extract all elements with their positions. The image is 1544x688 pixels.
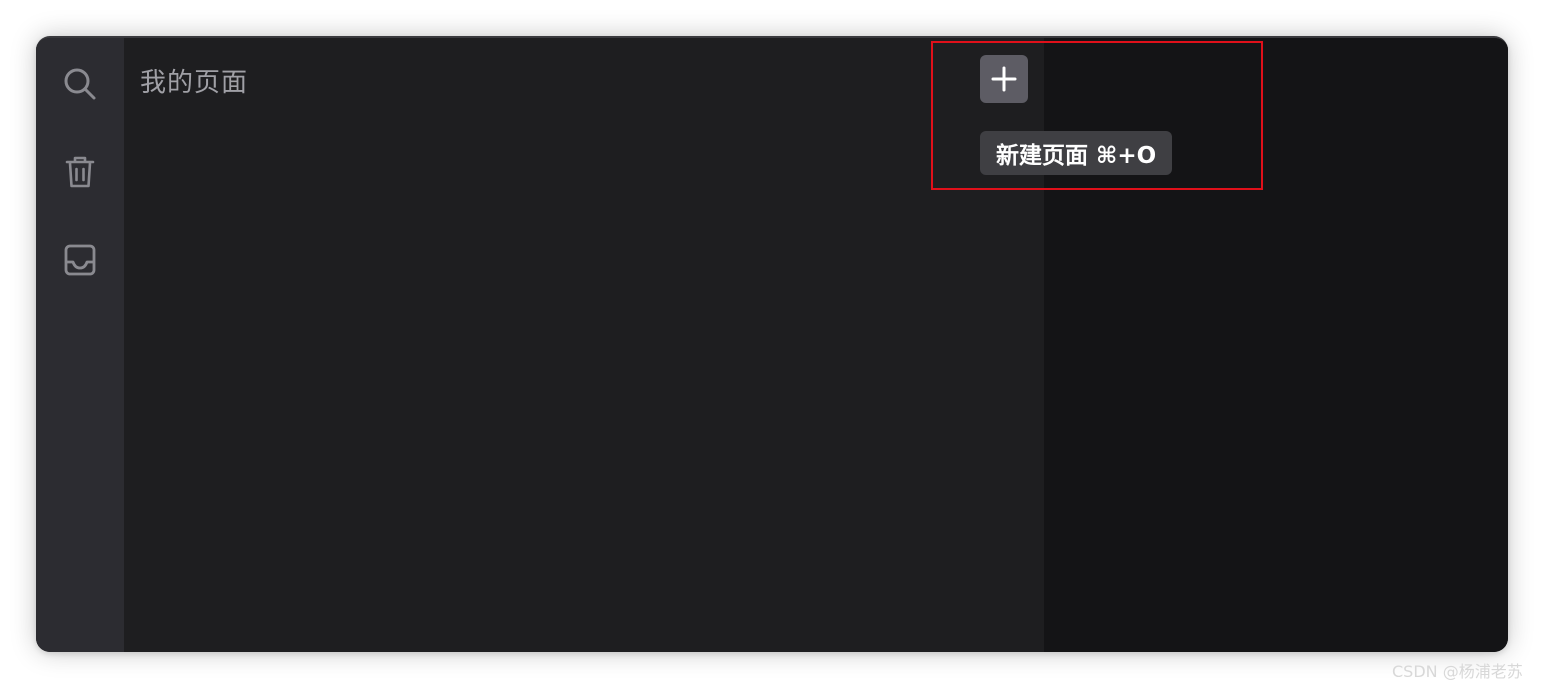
new-page-button[interactable] (980, 55, 1028, 103)
icon-sidebar (36, 38, 124, 652)
trash-icon (65, 156, 95, 188)
trash-button[interactable] (58, 150, 102, 194)
inbox-icon (64, 244, 96, 276)
pages-panel: 我的页面 (124, 38, 1044, 652)
app-window: 我的页面 新建页面 ⌘+O (36, 36, 1508, 652)
watermark: CSDN @杨浦老苏 (1392, 662, 1523, 681)
plus-icon (991, 66, 1017, 92)
new-page-tooltip: 新建页面 ⌘+O (980, 131, 1173, 175)
pages-panel-title: 我的页面 (140, 68, 249, 98)
inbox-button[interactable] (58, 238, 102, 282)
search-icon (64, 68, 96, 100)
search-button[interactable] (58, 62, 102, 106)
